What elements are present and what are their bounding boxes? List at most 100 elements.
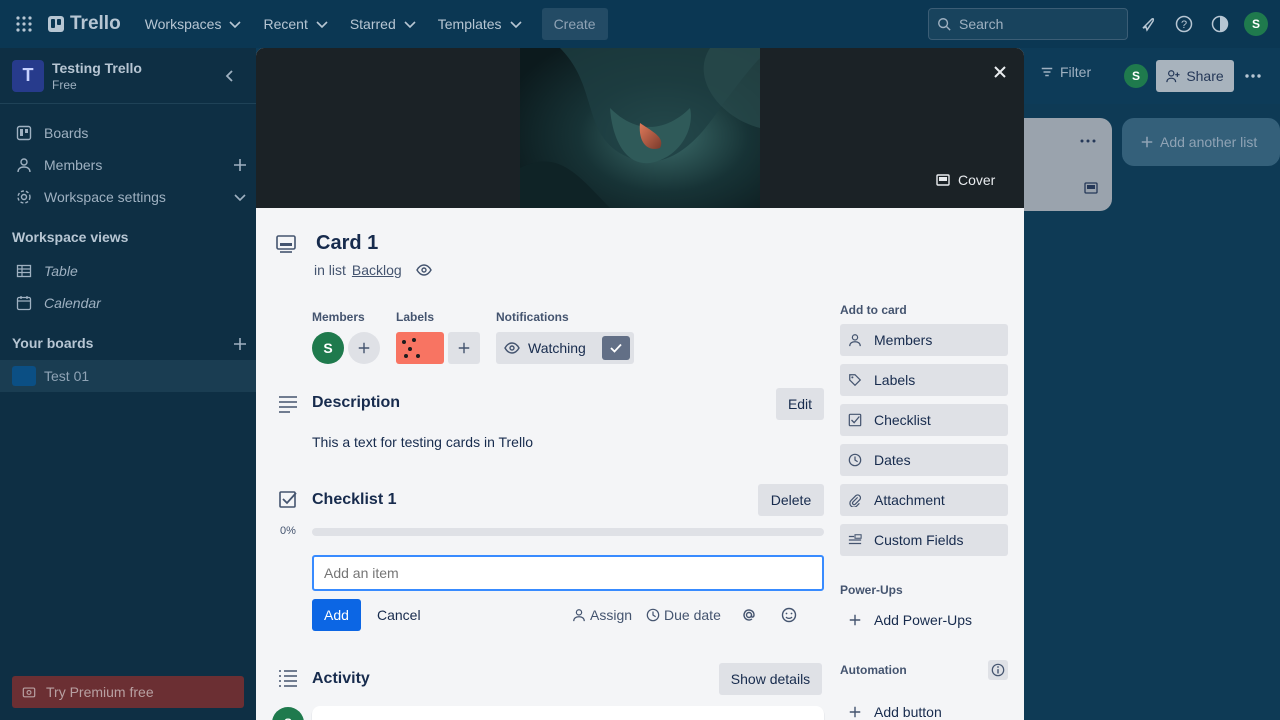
due-date-label: Due date: [664, 607, 721, 623]
nav-workspaces-label: Workspaces: [144, 16, 222, 32]
activity-heading: Activity: [312, 670, 370, 687]
card-title[interactable]: Card 1: [316, 232, 378, 255]
description-icon: [276, 392, 300, 416]
sidebar-item-boards[interactable]: Boards: [0, 117, 256, 149]
sidebar-item-workspace-settings[interactable]: Workspace settings: [0, 181, 256, 213]
list-menu-icon[interactable]: [1080, 136, 1096, 146]
workspace-name[interactable]: Testing Trello: [52, 60, 142, 76]
table-icon: [16, 264, 32, 278]
add-another-list-button[interactable]: Add another list: [1122, 118, 1280, 166]
nav-starred-label: Starred: [349, 16, 396, 32]
filter-button[interactable]: Filter: [1040, 64, 1091, 80]
your-boards-heading: Your boards: [12, 335, 94, 351]
button-label: Attachment: [874, 492, 945, 508]
comment-input[interactable]: [312, 706, 824, 720]
add-member-icon[interactable]: [232, 157, 248, 176]
mention-icon[interactable]: [741, 607, 757, 623]
cover-button[interactable]: Cover: [936, 172, 995, 188]
filter-label: Filter: [1060, 64, 1092, 80]
add-board-icon[interactable]: [232, 336, 248, 355]
list-link[interactable]: Backlog: [352, 262, 402, 278]
sidebar-view-calendar[interactable]: Calendar: [0, 287, 256, 319]
close-icon[interactable]: [988, 60, 1012, 84]
sidebar-board-label: Test 01: [44, 368, 90, 384]
button-label: Add Power-Ups: [874, 612, 973, 628]
sidebar-item-members[interactable]: Members: [0, 149, 256, 181]
checklist-heading[interactable]: Checklist 1: [312, 491, 396, 509]
watching-button[interactable]: Watching: [496, 332, 634, 364]
add-power-ups-button[interactable]: Add Power-Ups: [840, 604, 1008, 636]
label-chip[interactable]: [396, 332, 444, 364]
label-pattern-icon: [402, 338, 420, 358]
due-date-button[interactable]: Due date: [646, 607, 721, 623]
workspace-logo: T: [12, 59, 44, 92]
share-label: Share: [1186, 68, 1224, 84]
sidebar-board-test-01[interactable]: Test 01: [0, 360, 256, 392]
create-button[interactable]: Create: [541, 8, 608, 40]
in-list-prefix: in list: [314, 262, 346, 278]
board-list: [1010, 118, 1112, 211]
board-member-avatar[interactable]: S: [1124, 64, 1148, 88]
add-members-button[interactable]: Members: [840, 324, 1008, 356]
add-label-button[interactable]: [448, 332, 480, 364]
workspace-views-heading: Workspace views: [12, 229, 129, 245]
theme-icon[interactable]: [1208, 12, 1232, 36]
add-member-button[interactable]: [348, 332, 380, 364]
sidebar-item-label: Workspace settings: [44, 189, 166, 205]
cover-icon: [936, 174, 950, 186]
add-to-card-heading: Add to card: [840, 303, 907, 317]
show-details-button[interactable]: Show details: [719, 663, 822, 695]
nav-recent[interactable]: Recent: [253, 8, 339, 40]
trello-logo-icon: [48, 16, 64, 32]
share-button[interactable]: Share: [1156, 60, 1234, 92]
sidebar-view-table[interactable]: Table: [0, 255, 256, 287]
add-item-button[interactable]: Add: [312, 599, 361, 631]
chevron-down-icon[interactable]: [232, 189, 248, 208]
collapse-sidebar-icon[interactable]: [222, 68, 238, 87]
try-premium-button[interactable]: Try Premium free: [12, 676, 244, 708]
app-switcher-icon[interactable]: [0, 0, 48, 48]
add-custom-fields-button[interactable]: Custom Fields: [840, 524, 1008, 556]
button-label: Checklist: [874, 412, 931, 428]
workspace-header: T Testing Trello Free: [0, 48, 256, 104]
search-input[interactable]: Search: [928, 8, 1128, 40]
delete-checklist-button[interactable]: Delete: [758, 484, 824, 516]
plus-icon: [849, 614, 861, 626]
description-text[interactable]: This a text for testing cards in Trello: [312, 434, 533, 450]
info-icon[interactable]: [988, 660, 1008, 680]
emoji-icon[interactable]: [781, 607, 797, 623]
add-attachment-button[interactable]: Attachment: [840, 484, 1008, 516]
add-item-input[interactable]: [312, 555, 824, 591]
help-icon[interactable]: ?: [1172, 12, 1196, 36]
automation-heading: Automation: [840, 663, 907, 677]
card-cover-icon: [1084, 182, 1098, 194]
checklist-icon: [276, 488, 300, 512]
plus-icon: [1141, 136, 1153, 148]
user-avatar[interactable]: S: [1244, 12, 1268, 36]
add-dates-button[interactable]: Dates: [840, 444, 1008, 476]
assign-button[interactable]: Assign: [572, 607, 632, 623]
edit-description-button[interactable]: Edit: [776, 388, 824, 420]
button-label: Labels: [874, 372, 916, 388]
nav-templates[interactable]: Templates: [428, 8, 534, 40]
checklist-progress-bar: [312, 528, 824, 536]
cover-image: [520, 48, 760, 208]
add-labels-button[interactable]: Labels: [840, 364, 1008, 396]
add-checklist-button[interactable]: Checklist: [840, 404, 1008, 436]
plus-icon: [849, 706, 861, 718]
member-avatar[interactable]: S: [312, 332, 344, 364]
board-menu-icon[interactable]: [1244, 66, 1262, 89]
trello-logo[interactable]: Trello: [48, 13, 121, 35]
nav-starred[interactable]: Starred: [340, 8, 428, 40]
description-heading: Description: [312, 394, 401, 411]
notifications-icon[interactable]: [1136, 12, 1160, 36]
card-cover: Cover: [256, 48, 1024, 208]
filter-icon: [1041, 67, 1053, 77]
add-automation-button[interactable]: Add button: [840, 696, 1008, 720]
cancel-item-button[interactable]: Cancel: [369, 599, 429, 631]
top-nav-bar: Trello Workspaces Recent Starred Templat…: [0, 0, 1280, 48]
nav-workspaces[interactable]: Workspaces: [135, 8, 254, 40]
board-thumbnail: [12, 366, 36, 386]
clock-icon: [646, 608, 660, 622]
checklist-icon: [848, 413, 862, 427]
